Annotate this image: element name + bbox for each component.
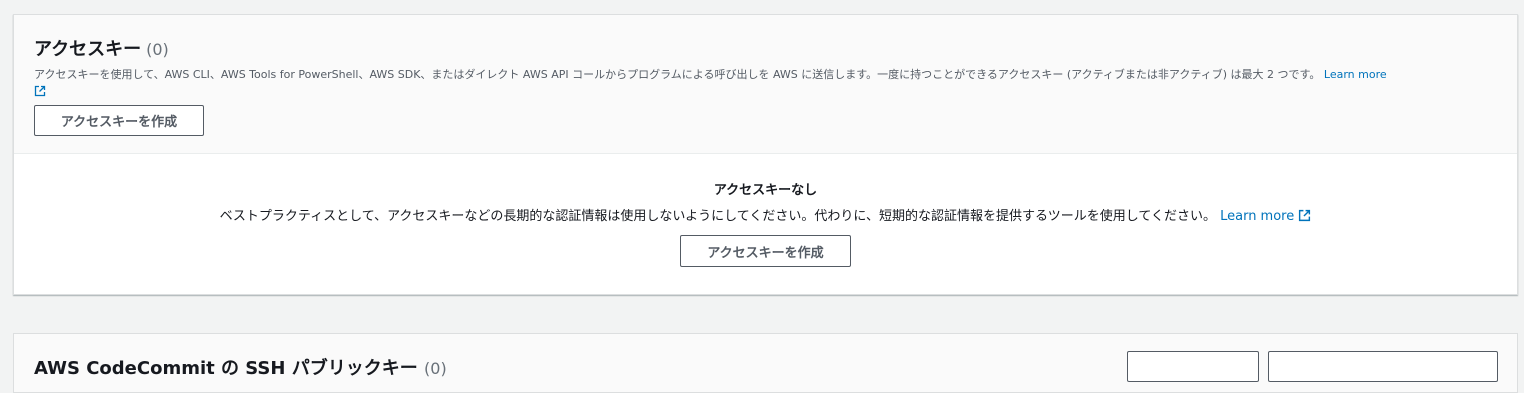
access-keys-description: アクセスキーを使用して、AWS CLI、AWS Tools for PowerS… — [34, 66, 1494, 100]
learn-more-label: Learn more — [1323, 68, 1387, 81]
ssh-public-keys-panel: AWS CodeCommit の SSH パブリックキー (0) — [13, 333, 1518, 393]
ssh-public-keys-title: AWS CodeCommit の SSH パブリックキー (0) — [34, 354, 447, 380]
empty-learn-more-link[interactable]: Learn more — [1220, 209, 1311, 224]
ssh-upload-button[interactable] — [1268, 351, 1498, 382]
empty-create-access-key-button[interactable]: アクセスキーを作成 — [680, 235, 851, 267]
description-text: アクセスキーを使用して、AWS CLI、AWS Tools for PowerS… — [34, 68, 1321, 81]
empty-state-message: ベストプラクティスとして、アクセスキーなどの長期的な認証情報は使用しないようにし… — [219, 209, 1216, 224]
ssh-public-keys-title-text: AWS CodeCommit の SSH パブリックキー — [34, 358, 418, 379]
external-link-icon — [34, 85, 46, 97]
title-row: アクセスキー (0) — [34, 35, 1497, 61]
ssh-action-button[interactable] — [1127, 351, 1259, 382]
empty-state: アクセスキーなし ベストプラクティスとして、アクセスキーなどの長期的な認証情報は… — [14, 154, 1517, 267]
empty-learn-more-label: Learn more — [1220, 209, 1295, 224]
external-link-icon — [1299, 209, 1311, 222]
ssh-public-keys-count: (0) — [424, 359, 447, 378]
access-keys-panel: アクセスキー (0) アクセスキーを使用して、AWS CLI、AWS Tools… — [13, 14, 1518, 295]
empty-state-text: ベストプラクティスとして、アクセスキーなどの長期的な認証情報は使用しないようにし… — [14, 205, 1517, 224]
access-keys-title: アクセスキー — [34, 39, 142, 60]
empty-state-title: アクセスキーなし — [713, 183, 818, 198]
create-access-key-button[interactable]: アクセスキーを作成 — [34, 105, 204, 136]
access-keys-count: (0) — [146, 40, 169, 59]
access-keys-header: アクセスキー (0) アクセスキーを使用して、AWS CLI、AWS Tools… — [14, 15, 1517, 154]
